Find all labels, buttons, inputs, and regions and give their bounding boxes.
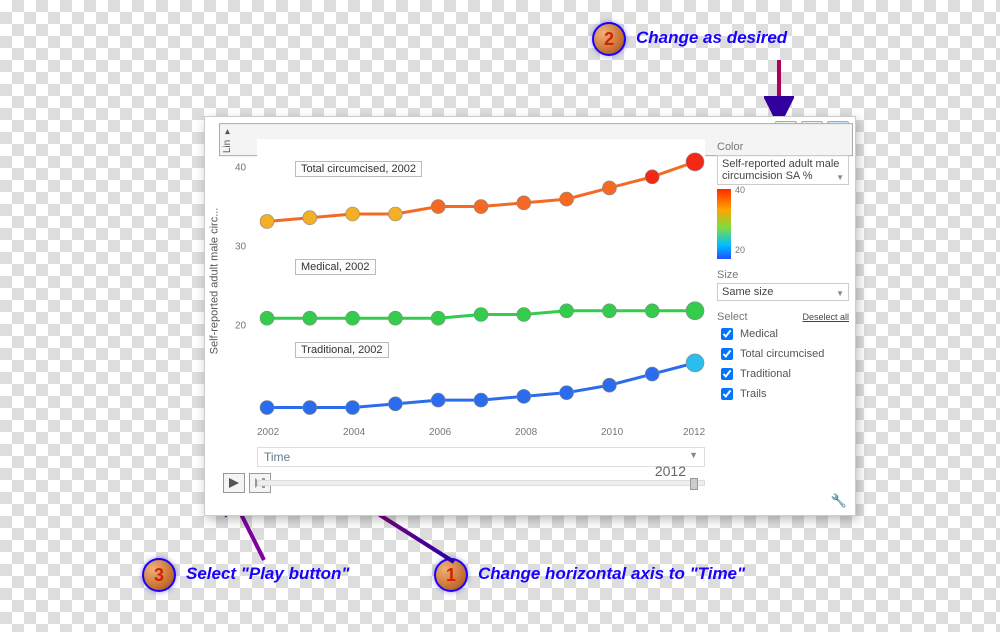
color-title: Color [717,141,849,153]
series-label-traditional: Traditional, 2002 [295,342,389,358]
x-axis-selector[interactable]: Time▼ [257,447,705,467]
motion-chart-panel: ∴ ılı ／ Self-reported adult male circ...… [204,116,856,516]
time-slider-thumb[interactable] [690,478,698,490]
x-tick: 2004 [343,427,365,438]
color-scale [717,189,731,259]
colorbar-tick: 20 [735,245,745,255]
y-tick: 40 [235,163,246,174]
x-tick: 2006 [429,427,451,438]
time-slider-year: 2012 [655,463,686,479]
size-selector[interactable]: Same size ▼ [717,283,849,301]
badge-2: 2 [592,22,626,56]
side-panel: Color Self-reported adult male circumcis… [717,141,849,413]
play-button[interactable] [223,473,245,493]
select-item-medical[interactable]: Medical [717,325,849,343]
time-slider[interactable]: 2012 [257,473,705,493]
x-tick: 2012 [683,427,705,438]
select-item-trails[interactable]: Trails [717,385,849,403]
arrow-2 [764,56,794,122]
series-label-medical: Medical, 2002 [295,259,376,275]
y-tick: 30 [235,242,246,253]
chart-plot [257,139,705,423]
settings-icon[interactable]: 🔧 [831,493,847,509]
x-tick: 2002 [257,427,279,438]
badge-3: 3 [142,558,176,592]
select-item-traditional[interactable]: Traditional [717,365,849,383]
select-item-total[interactable]: Total circumcised [717,345,849,363]
chevron-down-icon: ▼ [836,289,844,298]
size-title: Size [717,269,849,281]
deselect-all-link[interactable]: Deselect all [802,312,849,322]
colorbar-tick: 40 [735,185,745,195]
chevron-down-icon: ▼ [689,450,698,464]
annotation-2: Change as desired [636,28,787,48]
y-tick: 20 [235,321,246,332]
color-selector[interactable]: Self-reported adult male circumcision SA… [717,155,849,185]
x-tick: 2010 [601,427,623,438]
annotation-1: Change horizontal axis to "Time" [478,564,745,584]
x-tick: 2008 [515,427,537,438]
series-label-total: Total circumcised, 2002 [295,161,422,177]
y-axis-label[interactable]: Self-reported adult male circ... [207,139,221,423]
select-title: Select [717,311,748,323]
chevron-down-icon: ▼ [836,173,844,182]
